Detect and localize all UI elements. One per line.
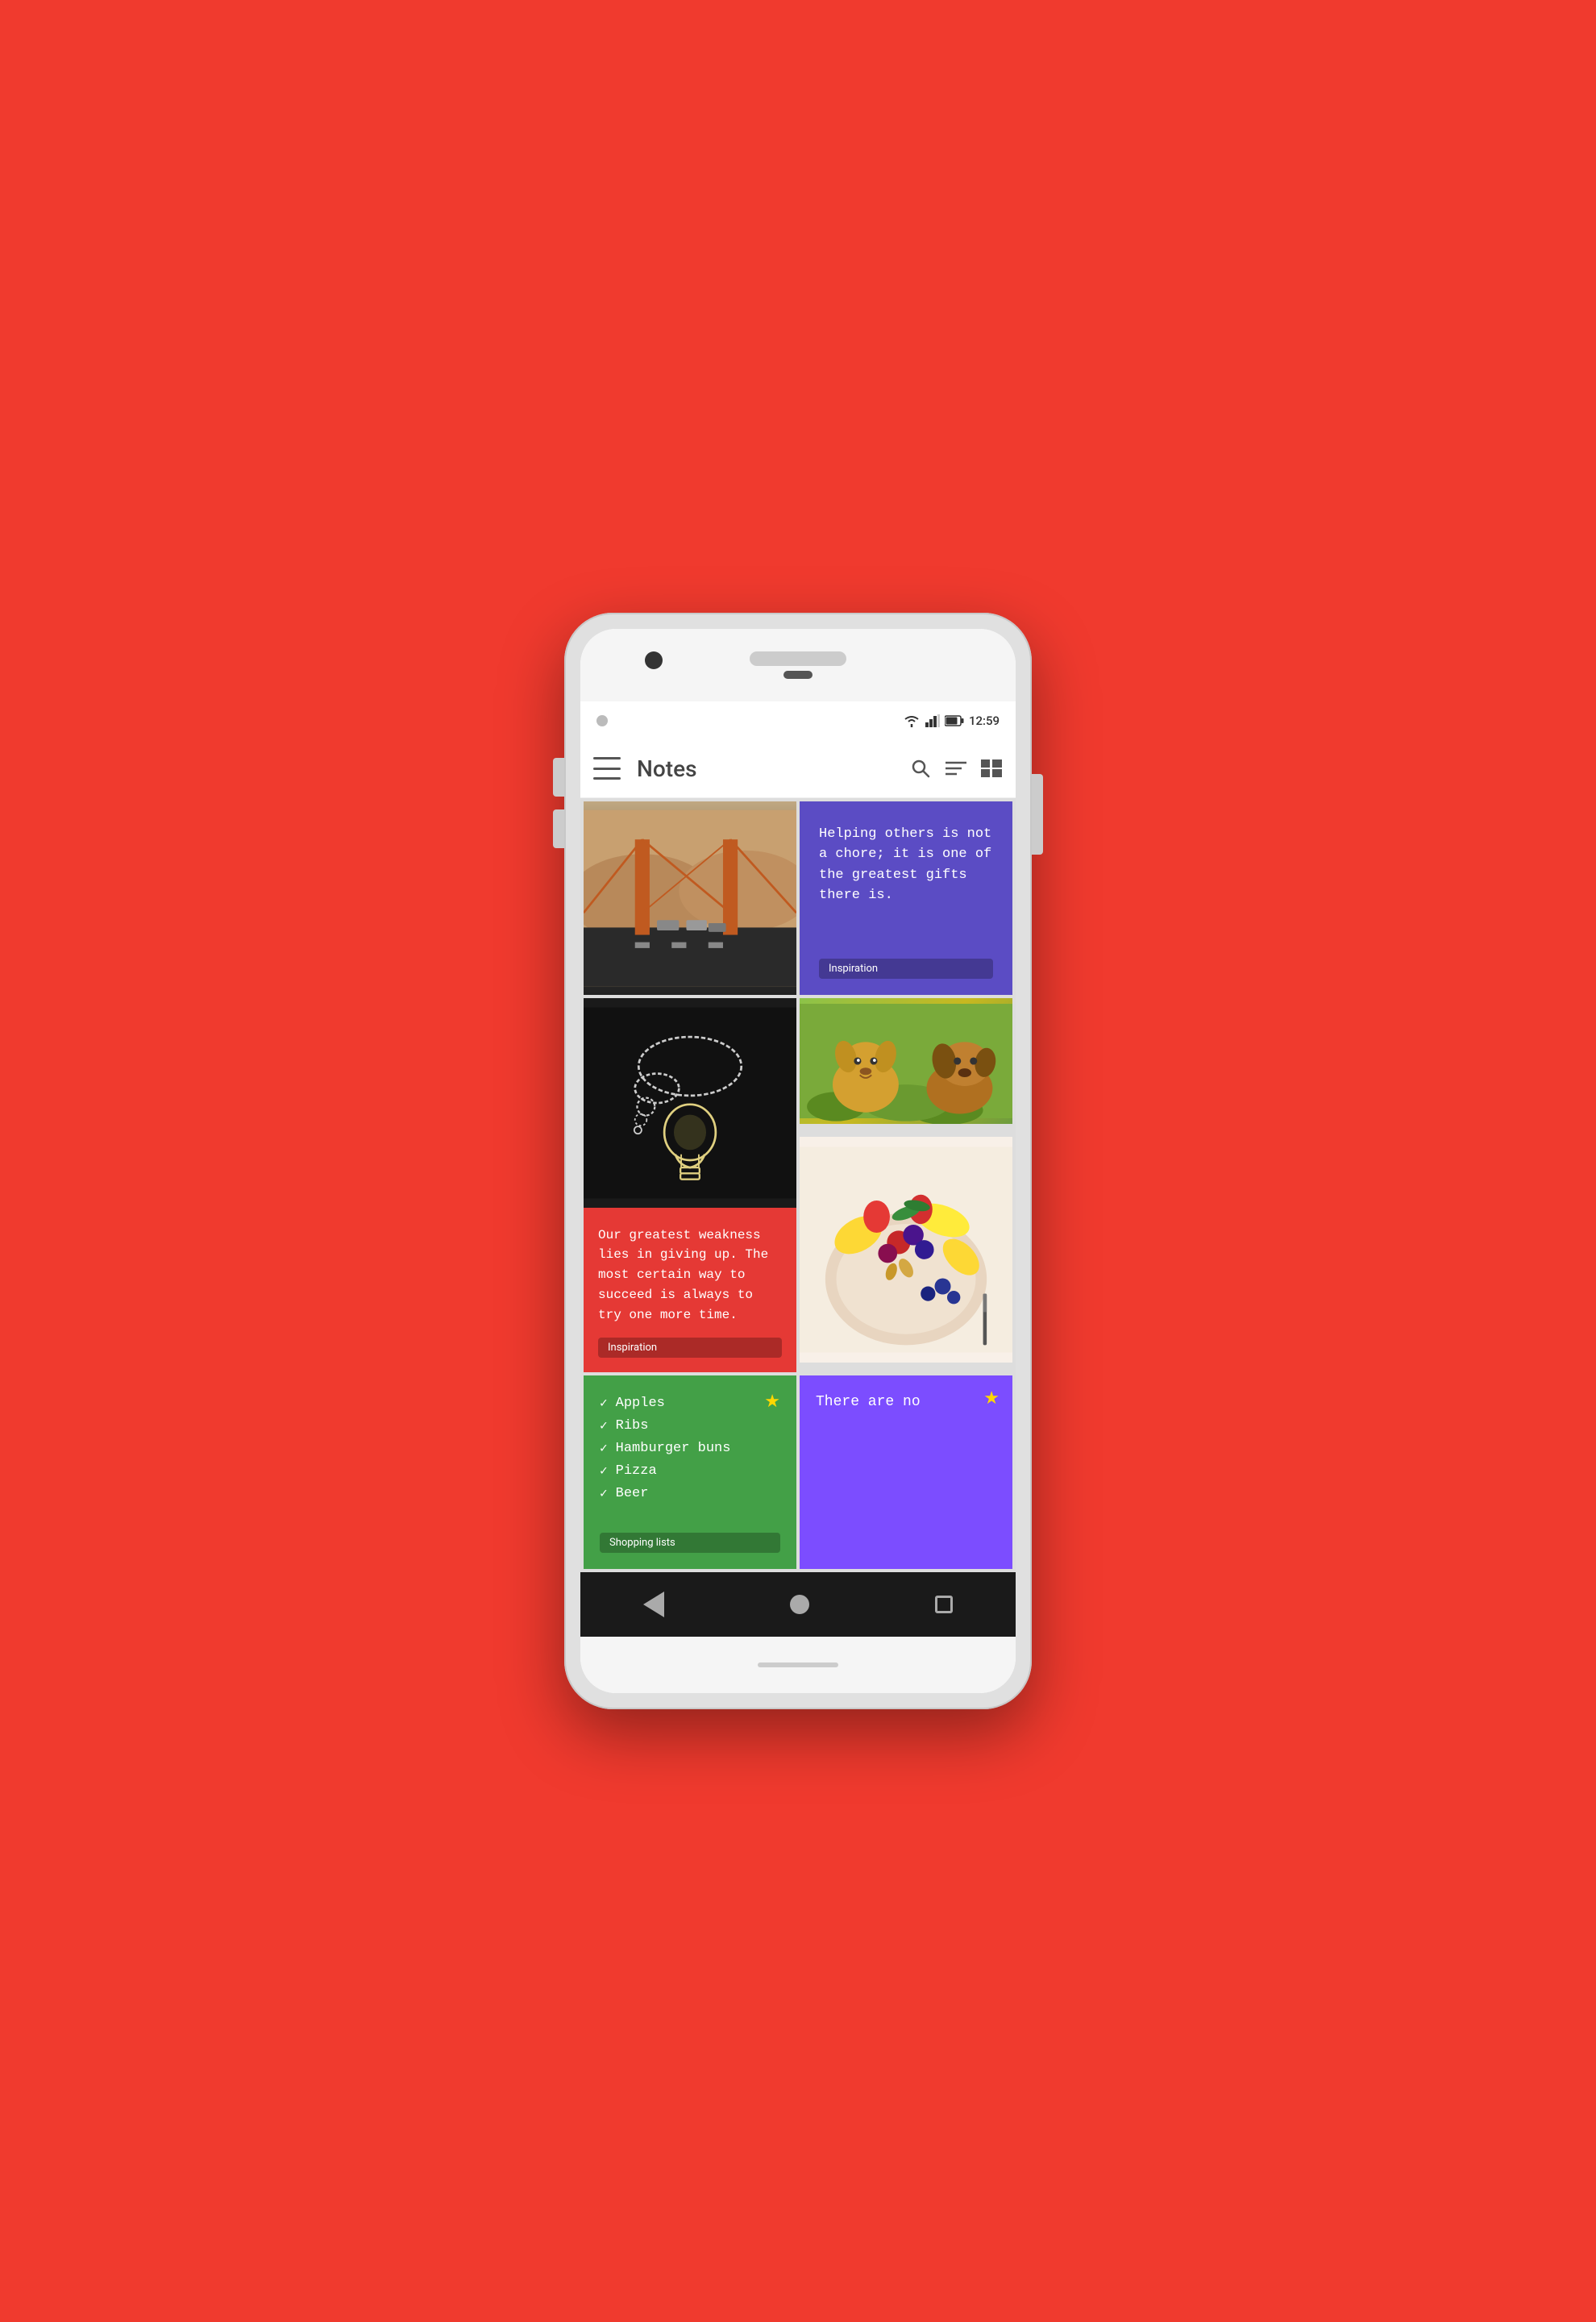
note-tag-purple: Inspiration [819,959,993,979]
note-red-inspiration[interactable]: Our greatest weakness lies in giving up.… [584,1208,796,1373]
item-text: Ribs [616,1418,649,1434]
check-icon: ✓ [600,1485,608,1501]
wifi-icon [903,714,921,727]
note-inspiration-purple[interactable]: Helping others is not a chore; it is one… [800,801,1012,995]
check-icon: ✓ [600,1395,608,1411]
note-purple-bottom[interactable]: There are no ★ [800,1375,1012,1569]
app-title: Notes [637,755,909,782]
sort-button[interactable] [945,757,967,780]
speaker [750,651,846,666]
status-left [596,715,608,726]
note-tag-red: Inspiration [598,1338,782,1358]
volume-down-button[interactable] [553,809,564,848]
phone-screen: 12:59 Notes [580,629,1016,1694]
note-dogs[interactable] [800,998,1012,1134]
shopping-item: ✓ Beer [600,1482,730,1504]
app-bar: Notes [580,740,1016,798]
status-bar: 12:59 [580,701,1016,740]
status-right: 12:59 [903,714,1000,728]
item-text: Beer [616,1486,649,1501]
check-icon: ✓ [600,1463,608,1479]
check-icon: ✓ [600,1417,608,1434]
shopping-item: ✓ Hamburger buns [600,1437,730,1459]
star-icon-bottom: ★ [983,1388,1000,1409]
home-indicator [758,1662,838,1667]
shopping-items: ✓ Apples ✓ Ribs ✓ Hamburger buns [600,1392,730,1504]
camera [645,651,663,669]
signal-icon [925,714,940,727]
shopping-item: ✓ Ribs [600,1414,730,1437]
power-button[interactable] [1032,774,1043,855]
shopping-list-header: ✓ Apples ✓ Ribs ✓ Hamburger buns [600,1392,780,1504]
notes-grid: Helping others is not a chore; it is one… [580,798,1016,1573]
grid-view-button[interactable] [980,757,1003,780]
bottom-nav [580,1572,1016,1637]
note-shopping-list[interactable]: ✓ Apples ✓ Ribs ✓ Hamburger buns [584,1375,796,1569]
shopping-item: ✓ Pizza [600,1459,730,1482]
note-bridge[interactable] [584,801,796,995]
volume-up-button[interactable] [553,758,564,797]
item-text: Apples [616,1396,665,1411]
note-tag-shopping: Shopping lists [600,1533,780,1553]
note-text-red: Our greatest weakness lies in giving up.… [598,1226,782,1325]
front-sensor [783,671,813,679]
menu-button[interactable] [593,757,621,780]
bottom-bezel [580,1637,1016,1693]
recents-button[interactable] [935,1596,953,1613]
top-bezel [580,629,1016,701]
shopping-item: ✓ Apples [600,1392,730,1414]
item-text: Pizza [616,1463,657,1479]
home-button[interactable] [790,1595,809,1614]
battery-icon [945,715,964,726]
left-side-buttons [553,758,564,848]
star-icon: ★ [764,1392,780,1412]
status-indicator [596,715,608,726]
note-text-purple-bottom: There are no [816,1392,921,1413]
check-icon: ✓ [600,1440,608,1456]
time-display: 12:59 [969,714,1000,728]
right-side-buttons [1032,774,1043,855]
note-lightbulb[interactable]: Our greatest weakness lies in giving up.… [584,998,796,1373]
search-button[interactable] [909,757,932,780]
screen-content: 12:59 Notes [580,701,1016,1637]
phone-frame: 12:59 Notes [564,613,1032,1710]
back-button[interactable] [643,1592,664,1617]
app-actions [909,757,1003,780]
note-text-purple: Helping others is not a chore; it is one… [819,824,993,906]
note-fruit[interactable] [800,1137,1012,1373]
item-text: Hamburger buns [616,1441,731,1456]
